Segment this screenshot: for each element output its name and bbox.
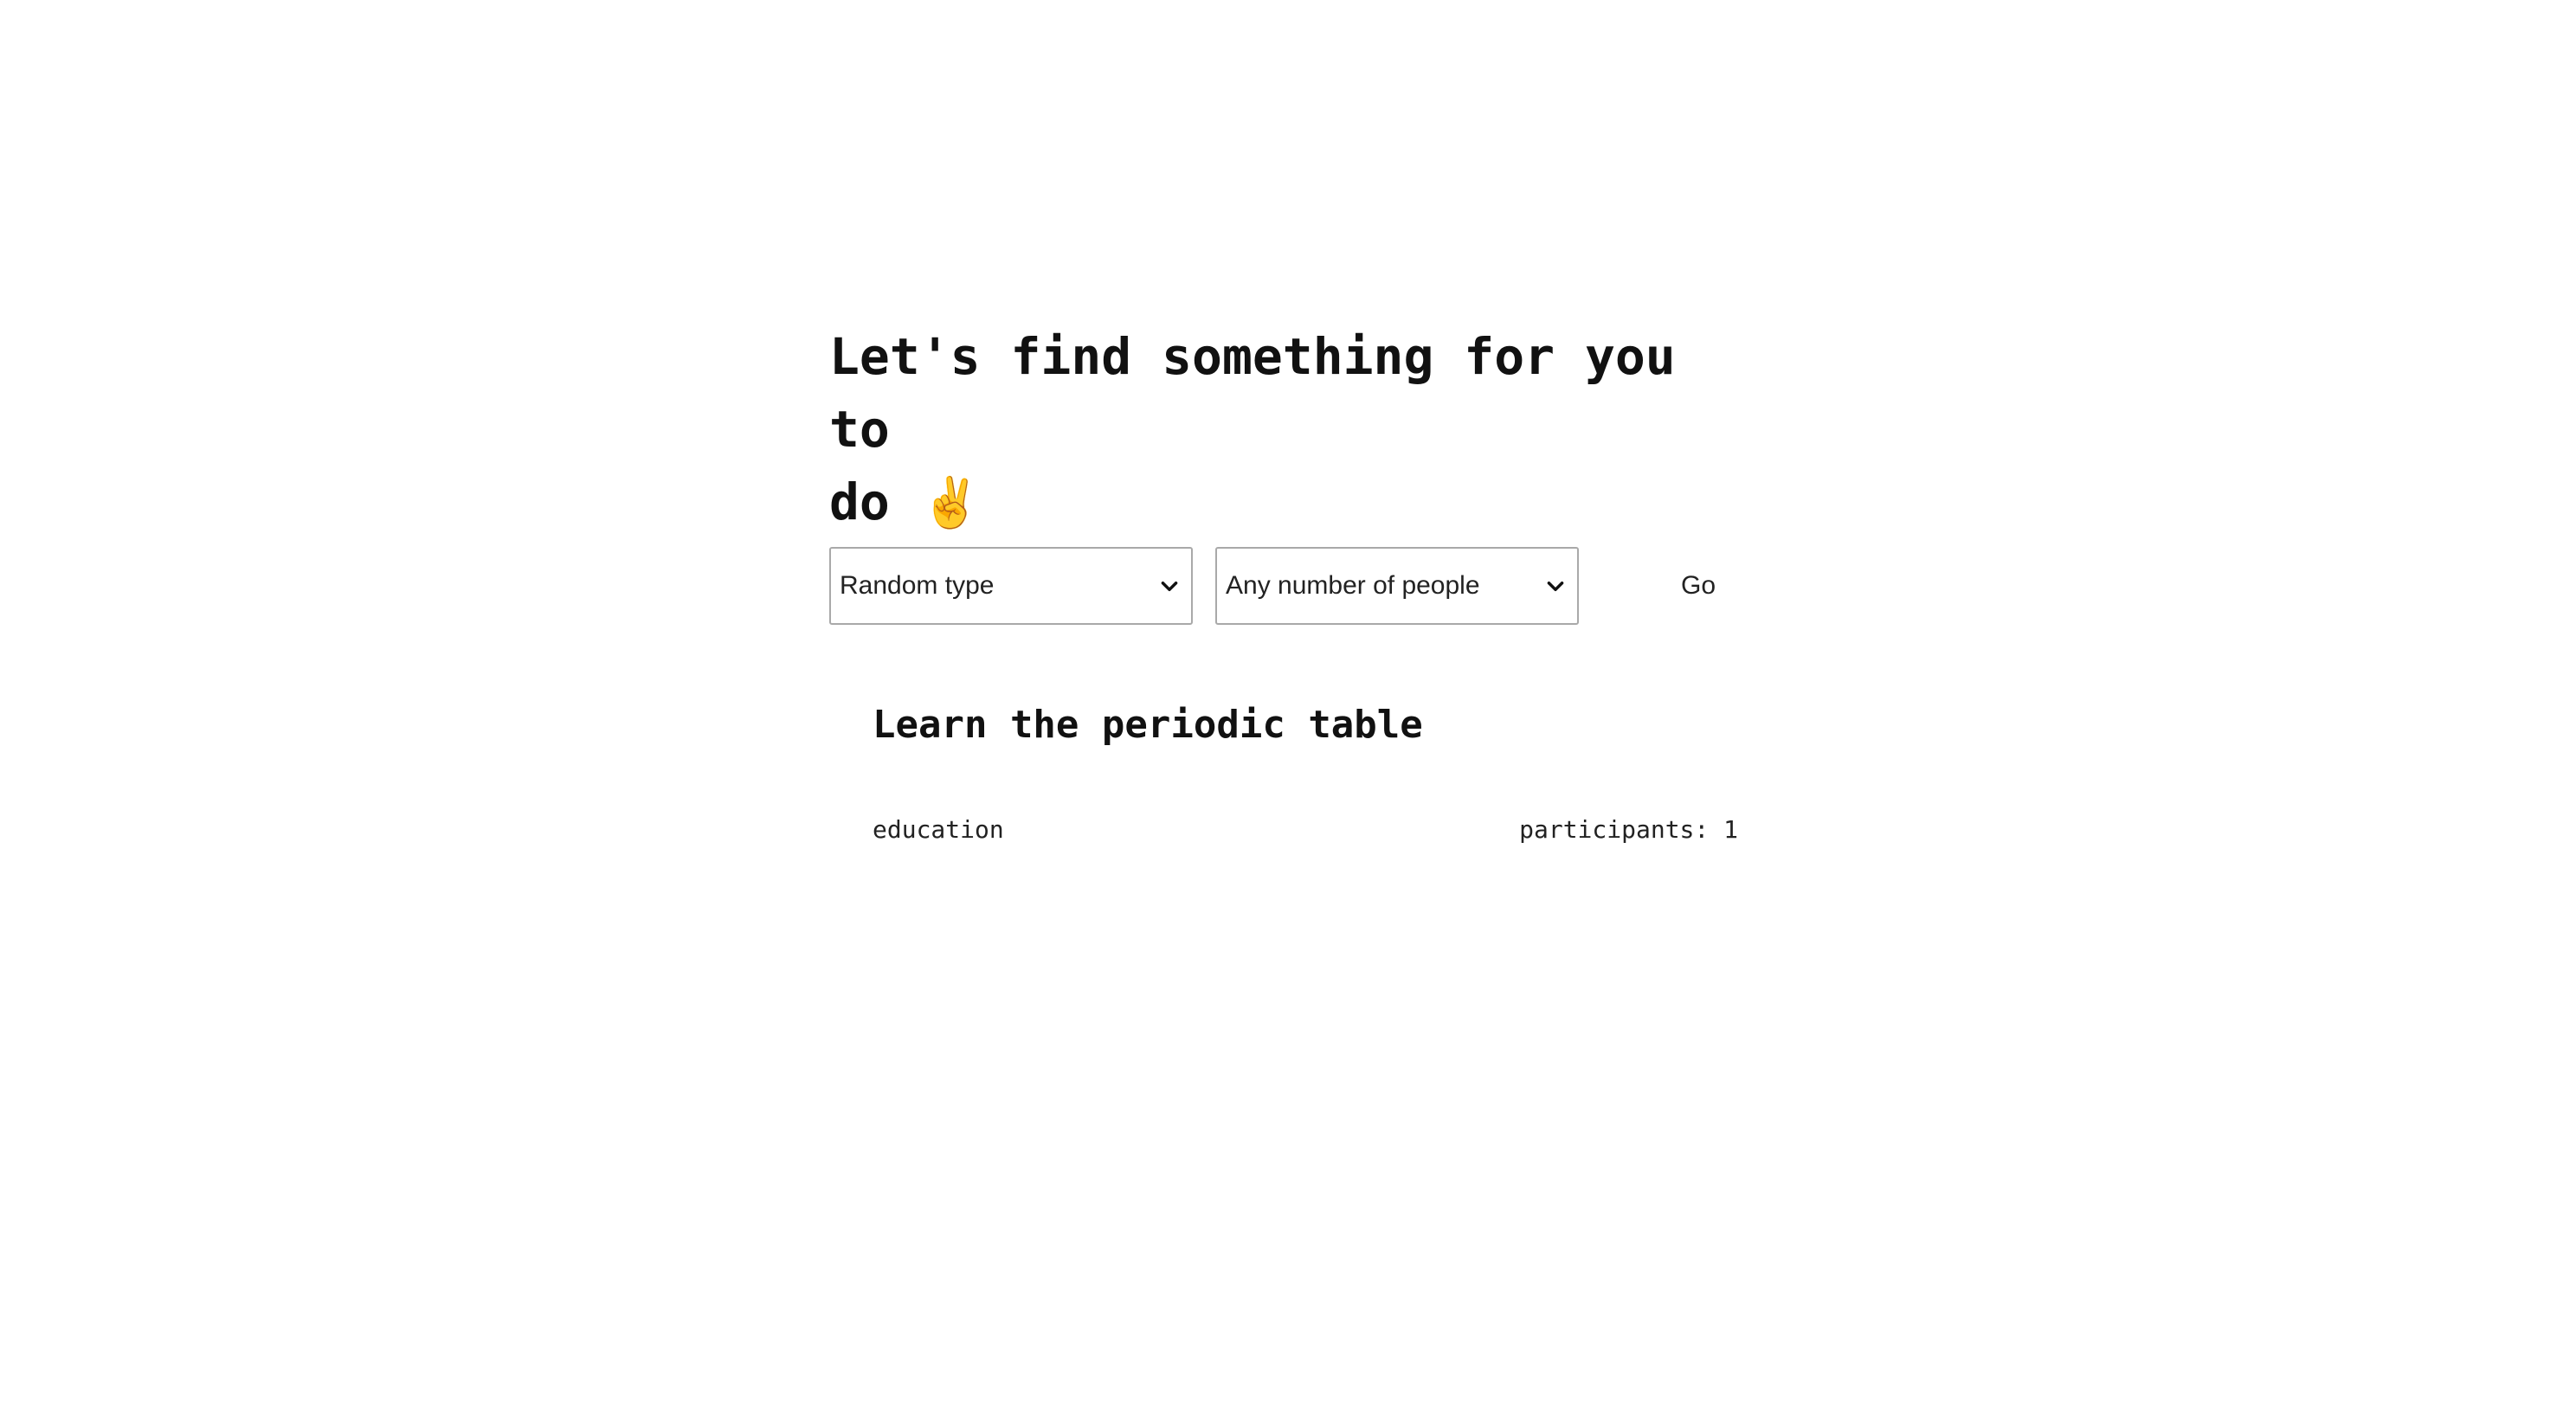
activity-type-select-value: Random type (840, 571, 995, 600)
app-container: Let's find something for you to do ✌️ Rand… (829, 320, 1764, 844)
participants-select-value: Any number of people (1226, 571, 1480, 600)
chevron-down-icon (1547, 582, 1564, 592)
go-button[interactable]: Go (1662, 563, 1735, 609)
page-title-tail: do (829, 473, 890, 531)
activity-meta: education participants: 1 (873, 815, 1738, 844)
victory-hand-icon: ✌️ (920, 475, 982, 531)
activity-type-select[interactable]: Random type (829, 547, 1193, 625)
filter-controls: Random type Any number of people Go (829, 547, 1735, 625)
activity-title: Learn the periodic table (873, 703, 1423, 747)
chevron-down-icon (1161, 582, 1178, 592)
activity-type: education (873, 815, 1004, 844)
page-title: Let's find something for you to do ✌️ (829, 320, 1764, 540)
activity-card: Learn the periodic table education parti… (873, 699, 1738, 844)
activity-participants: participants: 1 (1519, 815, 1738, 844)
page-title-text: Let's find something for you to (829, 327, 1676, 459)
participants-select[interactable]: Any number of people (1215, 547, 1579, 625)
